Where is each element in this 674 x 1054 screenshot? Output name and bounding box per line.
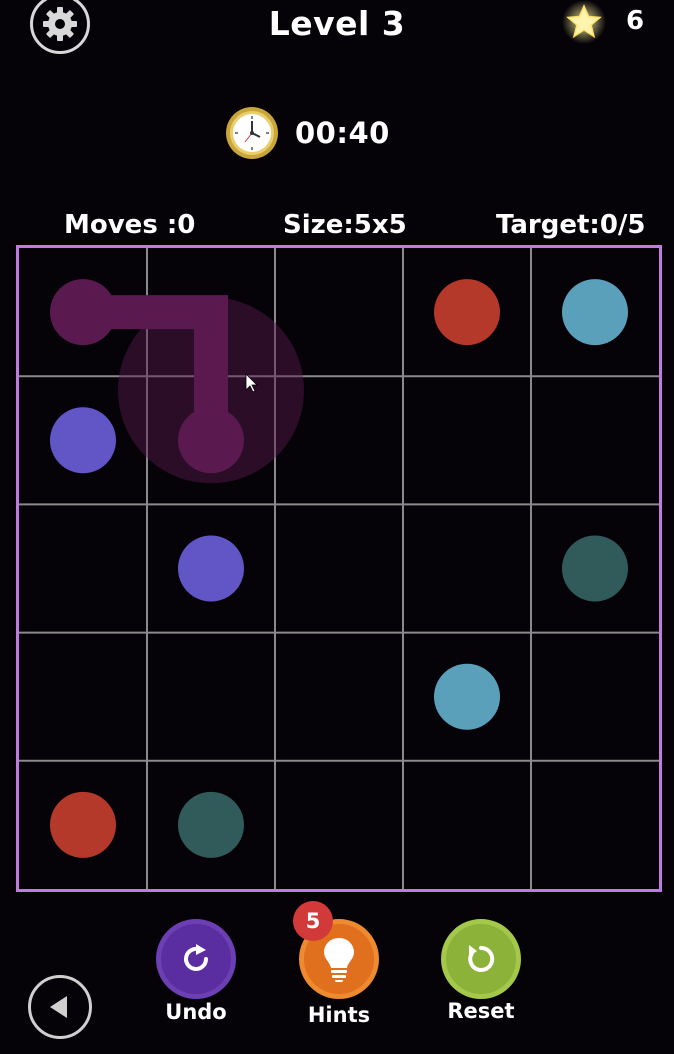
undo-button[interactable] [156, 919, 236, 999]
path-end-dot[interactable] [178, 407, 244, 474]
undo-icon [184, 944, 208, 971]
dot-teal[interactable] [178, 791, 244, 858]
reset-label: Reset [447, 999, 515, 1023]
dot-red[interactable] [434, 279, 500, 346]
board-cell[interactable] [403, 504, 531, 632]
board-grid[interactable] [19, 248, 659, 889]
board-cell[interactable] [147, 633, 275, 761]
clock-icon [226, 107, 278, 159]
reset-button[interactable] [441, 919, 521, 999]
board-cell[interactable] [275, 761, 403, 889]
dot-light-blue[interactable] [562, 279, 628, 346]
timer: 00:40 [225, 106, 390, 160]
board-cell[interactable] [19, 633, 147, 761]
undo-label: Undo [165, 1000, 227, 1024]
timer-value: 00:40 [295, 116, 390, 150]
dot-purple[interactable] [50, 407, 116, 474]
board-cell[interactable] [275, 633, 403, 761]
board-cell[interactable] [531, 761, 659, 889]
board-cell[interactable] [19, 504, 147, 632]
board-cell[interactable] [531, 376, 659, 504]
dot-purple[interactable] [178, 535, 244, 602]
star-count: 6 [626, 6, 645, 36]
game-board[interactable] [16, 245, 662, 892]
board-cell[interactable] [275, 504, 403, 632]
board-size: Size:5x5 [283, 210, 407, 240]
star-icon [562, 0, 606, 44]
back-arrow-icon [50, 996, 67, 1018]
board-cell[interactable] [403, 761, 531, 889]
path-start-dot[interactable] [50, 279, 116, 346]
dot-red[interactable] [50, 791, 116, 858]
moves-counter: Moves :0 [64, 210, 196, 240]
back-button[interactable] [28, 975, 92, 1039]
hints-count-badge: 5 [293, 901, 333, 941]
reset-icon [468, 945, 495, 972]
target-progress: Target:0/5 [496, 210, 646, 240]
lightbulb-icon [324, 938, 354, 982]
hints-label: Hints [307, 1003, 371, 1027]
board-cell[interactable] [403, 376, 531, 504]
top-bar: Level 3 6 [0, 0, 674, 54]
board-cell[interactable] [531, 633, 659, 761]
dot-teal[interactable] [562, 535, 628, 602]
dot-light-blue[interactable] [434, 663, 500, 730]
